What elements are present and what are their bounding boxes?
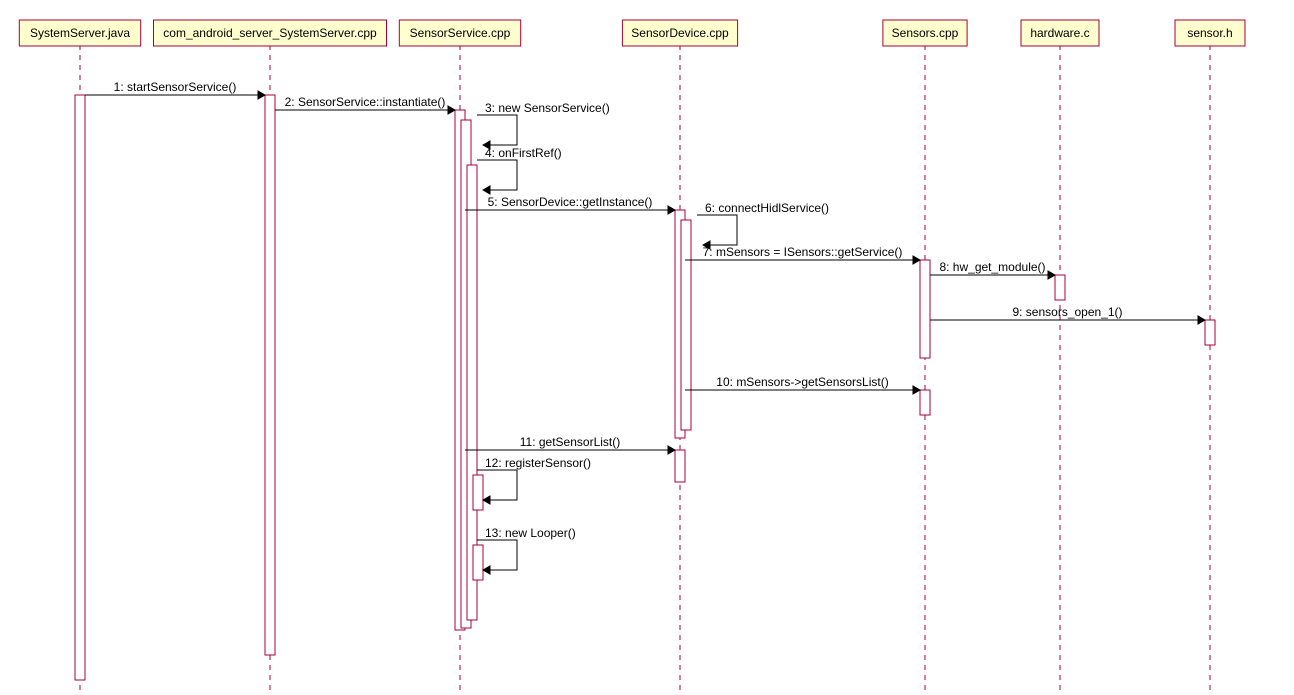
- message-label-11: 11: getSensorList(): [520, 435, 621, 449]
- activation-p5: [920, 390, 930, 415]
- participant-label-p1: SystemServer.java: [30, 26, 130, 40]
- activation-p2: [265, 95, 275, 655]
- message-label-6: 6: connectHidlService(): [705, 201, 829, 215]
- message-label-9: 9: sensors_open_1(): [1012, 305, 1122, 319]
- activation-p3: [473, 545, 483, 580]
- message-label-3: 3: new SensorService(): [485, 101, 610, 115]
- participant-label-p7: sensor.h: [1187, 26, 1232, 40]
- participant-label-p2: com_android_server_SystemServer.cpp: [163, 26, 377, 40]
- sequence-diagram: SystemServer.java com_android_server_Syst…: [0, 0, 1294, 695]
- activation-p4: [675, 450, 685, 482]
- message-label-5: 5: SensorDevice::getInstance(): [488, 195, 653, 209]
- message-label-2: 2: SensorService::instantiate(): [285, 95, 446, 109]
- message-arrow-6: [697, 215, 737, 245]
- activation-p5: [920, 260, 930, 358]
- activation-p7: [1205, 320, 1215, 345]
- activation-p6: [1055, 275, 1065, 300]
- message-arrow-3: [477, 115, 517, 145]
- participant-label-p4: SensorDevice.cpp: [631, 26, 729, 40]
- activation-p1: [75, 95, 85, 680]
- participant-label-p5: Sensors.cpp: [892, 26, 959, 40]
- participant-label-p6: hardware.c: [1030, 26, 1089, 40]
- message-label-7: 7: mSensors = ISensors::getService(): [703, 245, 903, 259]
- activation-p4: [681, 220, 691, 430]
- message-label-1: 1: startSensorService(): [114, 80, 237, 94]
- message-label-4: 4: onFirstRef(): [485, 146, 562, 160]
- message-label-8: 8: hw_get_module(): [939, 260, 1045, 274]
- message-label-13: 13: new Looper(): [485, 526, 576, 540]
- message-label-12: 12: registerSensor(): [485, 456, 591, 470]
- message-label-10: 10: mSensors->getSensorsList(): [716, 375, 888, 389]
- activation-p3: [473, 475, 483, 510]
- participant-label-p3: SensorService.cpp: [410, 26, 511, 40]
- message-arrow-4: [477, 160, 517, 190]
